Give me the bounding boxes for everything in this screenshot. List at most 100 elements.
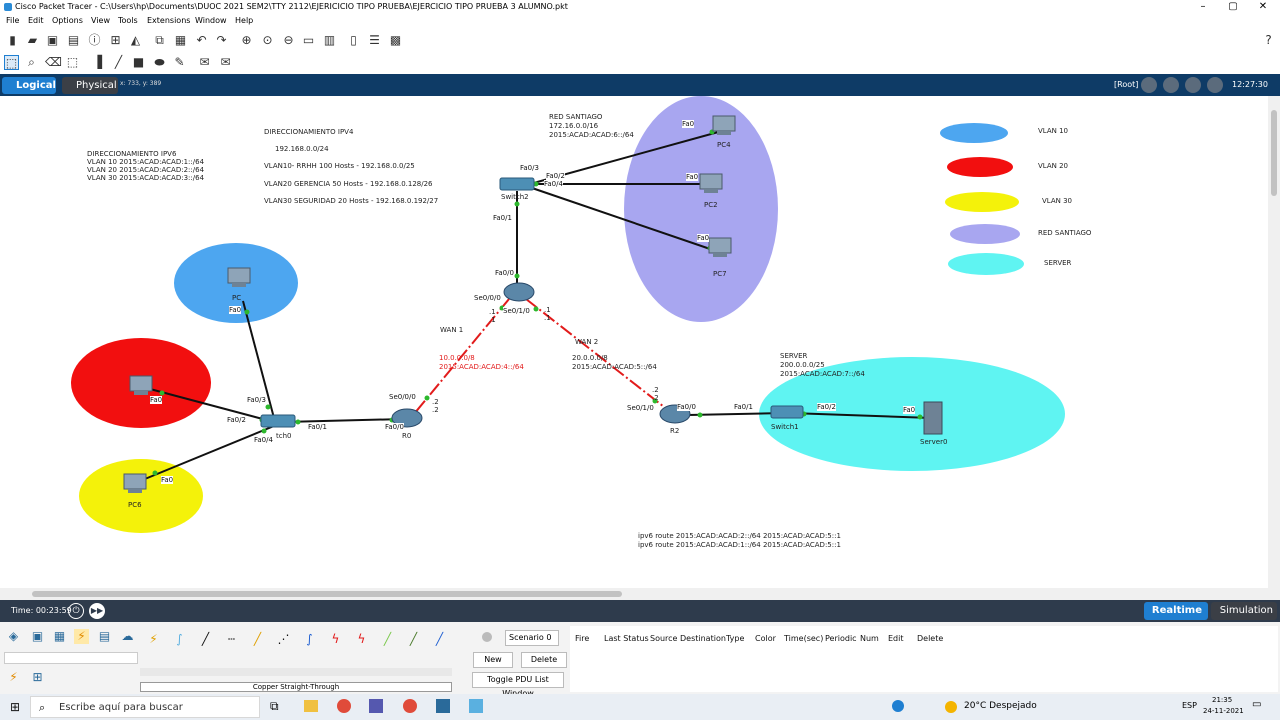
delete-scenario-button[interactable]: Delete [521,652,567,668]
chrome-icon[interactable] [337,699,351,713]
cluster-icon[interactable] [1163,77,1179,93]
copy-icon[interactable]: ⧉ [152,33,167,48]
misc-icon[interactable]: ▤ [97,629,112,644]
taskbar-date[interactable]: 24-11-2021 [1203,707,1244,715]
menu-view[interactable]: View [91,14,110,28]
custom-devices-icon[interactable]: ▥ [322,33,337,48]
select-icon[interactable]: ⬚ [4,55,19,70]
note-icon[interactable]: ▐ [90,55,105,70]
fiber-cable-icon[interactable]: ╱ [250,632,265,647]
list-icon[interactable]: ☰ [367,33,382,48]
server0-icon[interactable] [923,401,943,435]
serial-dce-icon[interactable]: ϟ [328,632,343,647]
multiuser-icon[interactable]: ☁ [120,629,135,644]
menu-file[interactable]: File [6,14,19,28]
document-icon[interactable]: ▯ [346,33,361,48]
help-icon[interactable]: ? [1261,33,1276,48]
chrome-2-icon[interactable] [403,699,417,713]
connections-icon[interactable]: ⚡ [74,629,89,644]
windows-start-icon[interactable]: ⊞ [10,701,22,713]
menu-options[interactable]: Options [52,14,83,28]
switch1-icon[interactable] [770,405,804,419]
print-icon[interactable]: ▤ [66,33,81,48]
packet-tracer-icon[interactable] [436,699,450,713]
menu-tools[interactable]: Tools [118,14,138,28]
task-view-icon[interactable]: ⧉ [270,699,279,714]
weather-text[interactable]: 20°C Despejado [964,701,1037,711]
switch2-icon[interactable] [499,177,535,191]
usb-cable-icon[interactable]: ╱ [432,632,447,647]
end-devices-icon[interactable]: ▣ [30,629,45,644]
close-button[interactable]: ✕ [1256,0,1270,14]
network-info-icon[interactable]: ⊞ [108,33,123,48]
fast-forward-icon[interactable]: ▶▶ [89,603,105,619]
inspect-icon[interactable]: ⌕ [24,55,39,70]
network-devices-icon[interactable]: ◈ [6,629,21,644]
phone-cable-icon[interactable]: ⋰ [276,632,291,647]
simulation-button[interactable]: Simulation [1211,602,1277,620]
notifications-icon[interactable]: ▭ [1252,699,1264,713]
coax-cable-icon[interactable]: ∫ [302,632,317,647]
router-top-icon[interactable] [503,282,535,302]
zoom-reset-icon[interactable]: ⊙ [260,33,275,48]
image-icon[interactable]: ▩ [388,33,403,48]
components-icon[interactable]: ▦ [52,629,67,644]
menu-window[interactable]: Window [195,14,227,28]
menu-help[interactable]: Help [235,14,253,28]
console-cable-icon[interactable]: ∫ [172,632,187,647]
zoom-in-icon[interactable]: ⊕ [239,33,254,48]
scenario-select[interactable]: Scenario 0 [505,630,559,646]
grid-icon[interactable]: ⊞ [30,670,45,685]
line-icon[interactable]: ╱ [111,55,126,70]
delete-icon[interactable]: ⌫ [45,55,62,70]
power-cycle-icon[interactable]: ⏻ [68,603,84,619]
teams-icon[interactable] [369,699,383,713]
back-icon[interactable] [1141,77,1157,93]
vertical-scroll-thumb[interactable] [1271,110,1277,196]
info-icon[interactable]: ⓘ [87,33,102,48]
straight-cable-icon[interactable]: ╱ [198,632,213,647]
wizard-icon[interactable]: ◭ [128,33,143,48]
category-search[interactable] [4,652,138,664]
zoom-out-icon[interactable]: ⊖ [281,33,296,48]
physical-tab[interactable]: Physical [62,77,118,94]
redo-icon[interactable]: ↷ [214,33,229,48]
tray-app-icon[interactable] [892,700,904,712]
minimize-button[interactable]: – [1196,0,1210,14]
logical-tab[interactable]: Logical [2,77,56,94]
maximize-button[interactable]: ▢ [1226,0,1240,14]
menu-edit[interactable]: Edit [28,14,44,28]
menu-extensions[interactable]: Extensions [147,14,190,28]
freeform-icon[interactable]: ✎ [172,55,187,70]
drawing-palette-icon[interactable]: ▭ [301,33,316,48]
paste-icon[interactable]: ▦ [173,33,188,48]
connections-sub-icon[interactable]: ⚡ [6,670,21,685]
app-icon-2[interactable] [469,699,483,713]
horizontal-scroll-thumb[interactable] [32,591,622,597]
undo-icon[interactable]: ↶ [194,33,209,48]
simple-pdu-icon[interactable]: ✉ [197,55,212,70]
open-folder-icon[interactable]: ▰ [25,33,40,48]
new-file-icon[interactable]: ▮ [5,33,20,48]
auto-cable-icon[interactable]: ⚡ [146,632,161,647]
new-scenario-button[interactable]: New [473,652,513,668]
palette-scrollbar[interactable] [140,668,452,676]
ellipse-icon[interactable]: ⬬ [152,55,167,70]
resize-icon[interactable]: ⬚ [65,55,80,70]
taskbar-time[interactable]: 21:35 [1212,696,1232,704]
language-indicator[interactable]: ESP [1182,701,1197,710]
switch0-icon[interactable] [260,414,296,428]
environment-icon[interactable] [1207,77,1223,93]
logical-workspace[interactable]: DIRECCIONAMIENTO IPV6 VLAN 10 2015:ACAD:… [0,96,1268,588]
octal-cable-icon[interactable]: ╱ [380,632,395,647]
complex-pdu-icon[interactable]: ✉ [218,55,233,70]
toggle-pdu-list-button[interactable]: Toggle PDU List Window [472,672,564,698]
rectangle-icon[interactable]: ■ [131,55,146,70]
save-icon[interactable]: ▣ [45,33,60,48]
taskbar-search[interactable]: ⌕ Escribe aquí para buscar [30,696,260,718]
iot-cable-icon[interactable]: ╱ [406,632,421,647]
realtime-button[interactable]: Realtime [1144,602,1208,620]
serial-dte-icon[interactable]: ϟ [354,632,369,647]
crossover-cable-icon[interactable]: ┄ [224,632,239,647]
file-explorer-icon[interactable] [304,700,318,712]
